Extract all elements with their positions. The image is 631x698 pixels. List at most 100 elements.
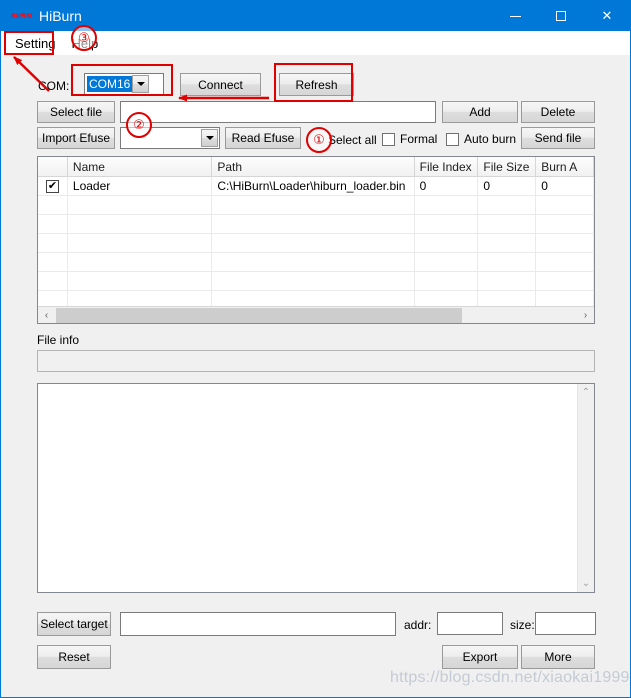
read-efuse-button[interactable]: Read Efuse <box>225 127 301 149</box>
column-name[interactable]: Name <box>68 157 213 176</box>
scroll-left-icon[interactable]: ‹ <box>38 307 55 323</box>
com-port-value: COM16 <box>87 76 133 92</box>
cell-empty <box>212 196 415 214</box>
size-input[interactable] <box>535 612 596 635</box>
menu-item-help[interactable]: Help <box>63 34 106 53</box>
chevron-down-icon[interactable] <box>201 129 218 147</box>
cell-empty <box>478 196 537 214</box>
cell-empty <box>212 253 415 271</box>
cell-empty <box>415 196 479 214</box>
column-check[interactable] <box>38 157 68 176</box>
log-output-area[interactable]: ⌃ ⌄ <box>37 383 595 593</box>
cell-empty <box>38 196 68 214</box>
select-file-button[interactable]: Select file <box>37 101 115 123</box>
cell-empty <box>478 215 537 233</box>
select-target-button[interactable]: Select target <box>37 612 111 636</box>
menu-bar: Setting Help <box>1 31 630 55</box>
cell-empty <box>536 234 594 252</box>
cell-empty <box>68 215 213 233</box>
cell-empty <box>212 234 415 252</box>
refresh-button[interactable]: Refresh <box>279 73 354 96</box>
size-label: size: <box>510 618 535 632</box>
delete-button[interactable]: Delete <box>521 101 595 123</box>
cell-empty <box>38 234 68 252</box>
scroll-down-icon[interactable]: ⌄ <box>578 575 595 592</box>
cell-empty <box>536 215 594 233</box>
close-button[interactable]: ✕ <box>584 1 630 31</box>
cell-empty <box>38 272 68 290</box>
table-header-row: Name Path File Index File Size Burn A <box>38 157 594 177</box>
menu-item-setting[interactable]: Setting <box>7 34 63 53</box>
row-checkbox[interactable]: ✔ <box>38 177 68 195</box>
client-area: COM: COM16 Connect Refresh Select file A… <box>2 56 630 697</box>
cell-empty <box>478 234 537 252</box>
column-burn-addr[interactable]: Burn A <box>536 157 594 176</box>
table-body: ✔ Loader C:\HiBurn\Loader\hiburn_loader.bi… <box>38 177 594 323</box>
log-vertical-scrollbar[interactable]: ⌃ ⌄ <box>577 384 594 592</box>
burn-app-icon: BURN <box>10 12 32 20</box>
cell-empty <box>415 234 479 252</box>
com-port-combo[interactable]: COM16 <box>84 73 164 95</box>
minimize-icon <box>509 15 521 17</box>
formal-checkbox[interactable]: Formal <box>382 132 437 146</box>
hscroll-thumb[interactable] <box>56 307 462 323</box>
send-file-button[interactable]: Send file <box>521 127 595 149</box>
cell-name: Loader <box>68 177 213 195</box>
cell-empty <box>68 272 213 290</box>
window-controls: ✕ <box>492 1 630 31</box>
auto-burn-label: Auto burn <box>464 132 517 146</box>
table-row[interactable]: ✔ Loader C:\HiBurn\Loader\hiburn_loader.bi… <box>38 177 594 196</box>
maximize-button[interactable] <box>538 1 584 31</box>
column-path[interactable]: Path <box>212 157 415 176</box>
export-button[interactable]: Export <box>442 645 518 669</box>
table-empty-row[interactable] <box>38 196 594 215</box>
reset-button[interactable]: Reset <box>37 645 111 669</box>
hiburn-window: BURN HiBurn ✕ Setting Help COM: COM16 Co… <box>0 0 631 698</box>
scroll-right-icon[interactable]: › <box>577 307 594 323</box>
connect-button[interactable]: Connect <box>180 73 261 96</box>
table-horizontal-scrollbar[interactable]: ‹ › <box>38 306 594 323</box>
cell-empty <box>212 272 415 290</box>
table-empty-row[interactable] <box>38 215 594 234</box>
cell-empty <box>68 234 213 252</box>
cell-empty <box>536 253 594 271</box>
checkbox-checked-icon: ✔ <box>45 179 59 193</box>
cell-file-size: 0 <box>478 177 537 195</box>
table-empty-row[interactable] <box>38 272 594 291</box>
formal-label: Formal <box>400 132 438 146</box>
cell-empty <box>478 253 537 271</box>
file-list-table[interactable]: Name Path File Index File Size Burn A ✔ Loade… <box>37 156 595 324</box>
cell-empty <box>478 272 537 290</box>
add-button[interactable]: Add <box>442 101 518 123</box>
more-button[interactable]: More <box>521 645 595 669</box>
title-bar: BURN HiBurn ✕ <box>1 1 630 31</box>
close-icon: ✕ <box>601 8 613 23</box>
target-path-input[interactable] <box>120 612 396 636</box>
table-empty-row[interactable] <box>38 234 594 253</box>
cell-empty <box>68 253 213 271</box>
file-path-input[interactable] <box>120 101 436 123</box>
select-all-label[interactable]: Select all <box>328 133 377 147</box>
efuse-combo[interactable] <box>120 127 220 149</box>
chevron-down-icon[interactable] <box>132 75 150 93</box>
cell-empty <box>415 253 479 271</box>
scroll-up-icon[interactable]: ⌃ <box>578 384 595 401</box>
maximize-icon <box>556 11 566 21</box>
com-label: COM: <box>38 79 70 93</box>
cell-file-index: 0 <box>415 177 479 195</box>
cell-empty <box>536 196 594 214</box>
cell-empty <box>536 272 594 290</box>
watermark-text: https://blog.csdn.net/xiaokai1999 <box>390 669 630 686</box>
table-empty-row[interactable] <box>38 253 594 272</box>
file-info-field <box>37 350 595 372</box>
addr-input[interactable] <box>437 612 503 635</box>
cell-empty <box>415 272 479 290</box>
checkbox-icon <box>446 132 459 146</box>
minimize-button[interactable] <box>492 1 538 31</box>
column-file-size[interactable]: File Size <box>478 157 537 176</box>
column-file-index[interactable]: File Index <box>415 157 479 176</box>
auto-burn-checkbox[interactable]: Auto burn <box>446 132 516 146</box>
addr-label: addr: <box>404 618 432 632</box>
cell-empty <box>68 196 213 214</box>
import-efuse-button[interactable]: Import Efuse <box>37 127 115 149</box>
